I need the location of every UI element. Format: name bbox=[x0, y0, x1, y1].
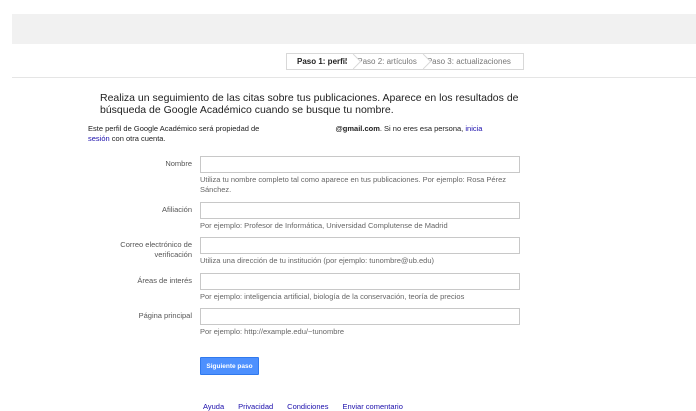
owner-email: @gmail.com bbox=[335, 124, 380, 133]
signin-link-2[interactable]: sesión bbox=[88, 134, 110, 143]
email-label: Correo electrónico de verificación bbox=[120, 240, 192, 259]
step-updates: Paso 3: actualizaciones bbox=[422, 54, 516, 69]
header-divider bbox=[12, 77, 696, 78]
step-articles: Paso 2: artículos bbox=[352, 54, 422, 69]
interests-label: Áreas de interés bbox=[137, 276, 192, 285]
top-bar bbox=[12, 14, 696, 44]
step-profile: Paso 1: perfil bbox=[297, 57, 348, 66]
interests-input[interactable] bbox=[200, 273, 520, 290]
interests-help: Por ejemplo: inteligencia artificial, bi… bbox=[200, 292, 465, 301]
owner-suffix: con otra cuenta. bbox=[111, 133, 166, 143]
next-step-button[interactable]: Siguiente paso bbox=[200, 357, 259, 375]
affiliation-label: Afiliación bbox=[161, 205, 192, 214]
affiliation-help: Por ejemplo: Profesor de Informática, Un… bbox=[200, 221, 448, 230]
owner-notice: Este perfil de Google Académico será pro… bbox=[88, 124, 528, 143]
progress-steps: Paso 1: perfil Paso 2: artículos Paso 3:… bbox=[286, 53, 524, 70]
affiliation-input[interactable] bbox=[200, 202, 520, 219]
name-help: Utiliza tu nombre completo tal como apar… bbox=[200, 175, 506, 194]
owner-prefix: Este perfil de Google Académico será pro… bbox=[88, 124, 260, 133]
homepage-input[interactable] bbox=[200, 308, 520, 325]
intro-text: Realiza un seguimiento de las citas sobr… bbox=[100, 92, 519, 116]
owner-middle: . Si no eres esa persona, bbox=[379, 124, 464, 133]
signin-link-1[interactable]: inicia bbox=[465, 124, 482, 133]
homepage-help: Por ejemplo: http://example.edu/~tunombr… bbox=[200, 327, 345, 336]
email-input[interactable] bbox=[200, 237, 520, 254]
name-input[interactable] bbox=[200, 156, 520, 173]
name-label: Nombre bbox=[165, 159, 192, 168]
homepage-label: Página principal bbox=[138, 311, 192, 320]
email-help: Utiliza una dirección de tu institución … bbox=[200, 256, 434, 265]
